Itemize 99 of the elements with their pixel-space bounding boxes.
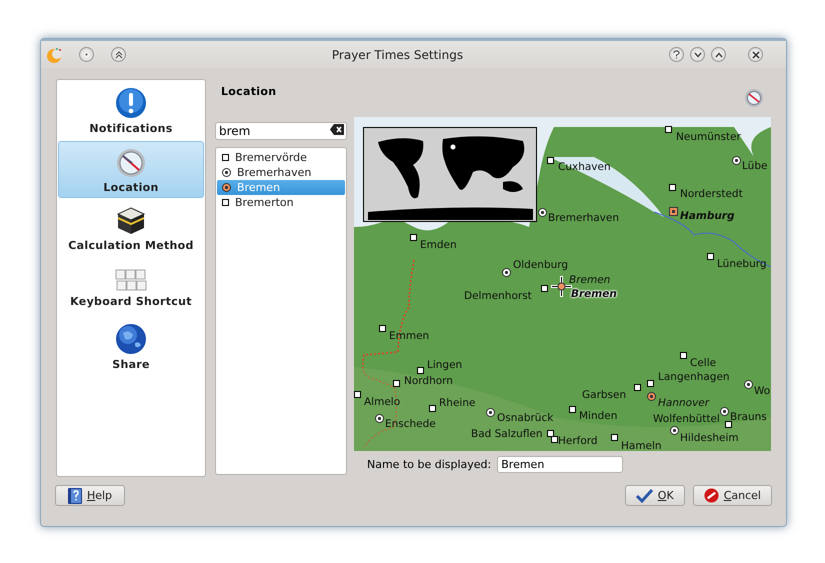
city-label: Bad Salzuflen xyxy=(471,428,543,440)
city-label: Lingen xyxy=(427,359,462,371)
ring-marker-icon xyxy=(720,407,729,416)
city-label: Minden xyxy=(579,410,618,422)
cancel-icon xyxy=(704,488,719,503)
square-marker-icon xyxy=(393,380,400,387)
chevron-down-icon xyxy=(694,52,702,58)
field-label: Name to be displayed: xyxy=(367,458,492,470)
result-item[interactable]: Bremervörde xyxy=(217,150,345,165)
city-label: Enschede xyxy=(385,418,436,430)
city-label: Langenhagen xyxy=(658,371,730,383)
square-marker-icon xyxy=(725,421,732,428)
city-label: Hildesheim xyxy=(680,432,739,444)
city-label: Wo xyxy=(754,385,770,397)
city-label: Lübe xyxy=(742,160,768,172)
ring-marker-icon xyxy=(538,208,547,217)
page-title: Location xyxy=(221,85,276,98)
menu-button[interactable] xyxy=(79,47,94,62)
city-label: Nordhorn xyxy=(404,375,453,387)
city-label: Lüneburg xyxy=(717,258,767,270)
close-icon xyxy=(752,50,760,58)
city-label: Celle xyxy=(690,357,716,369)
city-label: Hameln xyxy=(621,440,662,451)
ring-marker-icon xyxy=(222,183,231,192)
city-label: Wolfenbüttel xyxy=(653,413,720,425)
clear-icon[interactable] xyxy=(330,124,344,135)
square-marker-icon xyxy=(417,367,424,374)
globe-icon xyxy=(115,322,147,354)
square-marker-icon xyxy=(429,405,436,412)
ring-marker-icon xyxy=(647,392,656,401)
square-marker-icon xyxy=(665,126,672,133)
square-marker-icon xyxy=(547,157,554,164)
help-book-icon xyxy=(68,488,82,504)
city-label: Norderstedt xyxy=(680,188,743,200)
city-label: Emmen xyxy=(389,330,430,342)
city-label: Almelo xyxy=(364,396,400,408)
result-item[interactable]: Bremerton xyxy=(217,195,345,210)
city-label: Bremen xyxy=(569,274,610,286)
check-icon xyxy=(636,488,653,502)
result-item[interactable]: Bremerhaven xyxy=(217,165,345,180)
sidebar-item[interactable]: Calculation Method xyxy=(58,200,204,257)
keep-above-button[interactable] xyxy=(111,47,126,62)
dot-icon xyxy=(85,53,88,56)
help-button[interactable]: Help xyxy=(55,485,125,506)
square-marker-icon xyxy=(707,253,714,260)
ring-marker-icon xyxy=(744,380,753,389)
ring-marker-icon xyxy=(670,426,679,435)
square-marker-icon xyxy=(354,391,361,398)
cancel-button[interactable]: Cancel xyxy=(692,485,772,506)
help-button[interactable] xyxy=(669,47,684,62)
city-label: Hamburg xyxy=(680,210,734,222)
square-marker-icon xyxy=(669,207,678,216)
sidebar-item[interactable]: Notifications xyxy=(58,82,204,139)
city-label: Brauns xyxy=(730,411,767,423)
city-label: Neumünster xyxy=(676,131,741,143)
sidebar-item[interactable]: Keyboard Shortcut xyxy=(58,259,204,316)
square-marker-icon xyxy=(379,325,386,332)
maximize-button[interactable] xyxy=(711,47,726,62)
search-field[interactable]: brem xyxy=(215,122,347,140)
city-label: Bremerhaven xyxy=(548,212,619,224)
compass-icon xyxy=(744,88,764,108)
ring-marker-icon xyxy=(732,156,741,165)
minimize-button[interactable] xyxy=(690,47,705,62)
city-label: Rheine xyxy=(439,397,476,409)
ring-marker-icon xyxy=(222,168,231,177)
keyboard-icon xyxy=(115,268,147,292)
city-label: Emden xyxy=(420,239,457,251)
double-chevron-up-icon xyxy=(114,50,122,58)
crescent-icon xyxy=(45,46,63,64)
square-marker-icon xyxy=(222,154,229,161)
ring-marker-icon xyxy=(502,268,511,277)
city-label: Oldenburg xyxy=(513,259,568,271)
close-button[interactable] xyxy=(748,47,763,62)
city-label: Bremen xyxy=(571,288,617,300)
square-marker-icon xyxy=(634,384,641,391)
sidebar-item[interactable]: Share xyxy=(58,318,204,375)
square-marker-icon xyxy=(669,184,676,191)
window-title: Prayer Times Settings xyxy=(330,48,464,62)
square-marker-icon xyxy=(611,434,618,441)
city-label: Osnabrück xyxy=(497,412,554,424)
cube-icon xyxy=(116,206,146,236)
chevron-up-icon xyxy=(714,52,722,58)
question-mark-icon xyxy=(673,50,680,59)
city-label: Herford xyxy=(558,435,598,447)
city-label: Hannover xyxy=(658,397,710,409)
square-marker-icon xyxy=(647,380,654,387)
ok-button[interactable]: OK xyxy=(624,485,685,506)
city-label: Garbsen xyxy=(582,389,626,401)
ring-marker-icon xyxy=(486,408,495,417)
square-marker-icon xyxy=(222,199,229,206)
info-icon xyxy=(115,86,147,118)
ring-marker-icon xyxy=(375,414,384,423)
display-name-field[interactable]: Bremen xyxy=(497,456,624,472)
square-marker-icon xyxy=(569,406,576,413)
square-marker-icon xyxy=(541,285,548,292)
city-label: Delmenhorst xyxy=(464,290,532,302)
square-marker-icon xyxy=(410,234,417,241)
square-marker-icon xyxy=(680,352,687,359)
sidebar-item[interactable]: Location xyxy=(58,141,204,198)
